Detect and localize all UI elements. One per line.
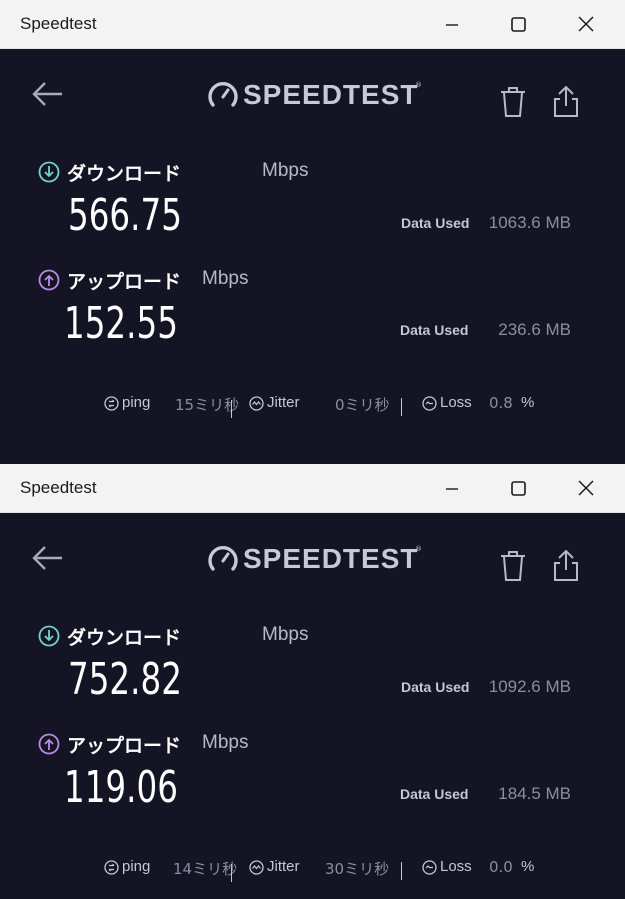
upload-label: アップロード	[67, 271, 182, 293]
back-arrow-icon[interactable]	[30, 543, 66, 573]
upload-unit: Mbps	[202, 732, 249, 753]
stat-divider	[231, 864, 232, 882]
upload-data-used-label: Data Used	[400, 322, 469, 338]
upload-arrow-icon	[38, 733, 60, 755]
minimize-icon[interactable]	[437, 12, 467, 38]
upload-data-used-label: Data Used	[400, 786, 469, 802]
speedtest-logo: SPEEDTEST ®	[207, 541, 427, 577]
ping-label: ping	[122, 858, 151, 875]
maximize-icon[interactable]	[503, 476, 533, 502]
logo-text: SPEEDTEST	[243, 79, 419, 110]
window-title: Speedtest	[20, 478, 97, 497]
ping-label: ping	[122, 394, 151, 411]
upload-data-used-value: 184.5 MB	[498, 784, 571, 803]
loss-value: 0.8	[489, 394, 513, 412]
jitter-value: 0ミリ秒	[335, 396, 390, 414]
download-arrow-icon	[38, 161, 60, 183]
share-icon[interactable]	[551, 549, 581, 583]
ping-icon	[104, 396, 119, 411]
speedometer-icon	[208, 546, 238, 571]
upload-arrow-icon	[38, 269, 60, 291]
titlebar[interactable]: Speedtest	[0, 464, 625, 513]
download-unit: Mbps	[262, 160, 309, 181]
upload-value: 152.55	[64, 298, 178, 349]
ping-value: 15ミリ秒	[175, 396, 240, 414]
upload-unit: Mbps	[202, 268, 249, 289]
loss-label: Loss	[440, 394, 472, 411]
minimize-icon[interactable]	[437, 476, 467, 502]
upload-label: アップロード	[67, 735, 182, 757]
ping-value: 14ミリ秒	[173, 860, 238, 878]
jitter-label: Jitter	[267, 858, 300, 875]
logo-trademark: ®	[415, 81, 422, 89]
stat-divider	[401, 862, 402, 880]
download-value: 566.75	[68, 190, 182, 241]
loss-icon	[422, 396, 437, 411]
download-data-used-value: 1063.6 MB	[488, 213, 571, 232]
speedtest-app-area: SPEEDTEST ® ダウンロード Mbps 566.75 Data Used…	[0, 49, 625, 464]
loss-icon	[422, 860, 437, 875]
window-title: Speedtest	[20, 14, 97, 33]
logo-text: SPEEDTEST	[243, 543, 419, 574]
stat-divider	[401, 398, 402, 416]
download-value: 752.82	[68, 654, 182, 705]
upload-data-used-value: 236.6 MB	[498, 320, 571, 339]
jitter-label: Jitter	[267, 394, 300, 411]
titlebar[interactable]: Speedtest	[0, 0, 625, 49]
back-arrow-icon[interactable]	[30, 79, 66, 109]
speedometer-icon	[208, 82, 238, 107]
trash-icon[interactable]	[498, 85, 528, 119]
speedtest-window-1: Speedtest SPEEDTEST ® ダウンロード Mbps 566.75…	[0, 0, 625, 464]
download-arrow-icon	[38, 625, 60, 647]
loss-unit: %	[521, 394, 535, 411]
download-label: ダウンロード	[67, 163, 182, 185]
loss-unit: %	[521, 858, 535, 875]
loss-value: 0.0	[489, 858, 513, 876]
ping-icon	[104, 860, 119, 875]
jitter-value: 30ミリ秒	[325, 860, 390, 878]
logo-trademark: ®	[415, 545, 422, 553]
maximize-icon[interactable]	[503, 12, 533, 38]
speedtest-logo: SPEEDTEST ®	[207, 77, 427, 113]
close-icon[interactable]	[571, 476, 601, 502]
download-data-used-value: 1092.6 MB	[488, 677, 571, 696]
download-data-used-label: Data Used	[401, 679, 470, 695]
share-icon[interactable]	[551, 85, 581, 119]
download-data-used-label: Data Used	[401, 215, 470, 231]
jitter-icon	[249, 860, 264, 875]
upload-value: 119.06	[64, 762, 178, 813]
speedtest-window-2: Speedtest SPEEDTEST ® ダウンロード Mbps 752.82…	[0, 464, 625, 899]
jitter-icon	[249, 396, 264, 411]
speedtest-app-area: SPEEDTEST ® ダウンロード Mbps 752.82 Data Used…	[0, 513, 625, 899]
download-unit: Mbps	[262, 624, 309, 645]
loss-label: Loss	[440, 858, 472, 875]
stat-divider	[231, 400, 232, 418]
close-icon[interactable]	[571, 12, 601, 38]
download-label: ダウンロード	[67, 627, 182, 649]
trash-icon[interactable]	[498, 549, 528, 583]
